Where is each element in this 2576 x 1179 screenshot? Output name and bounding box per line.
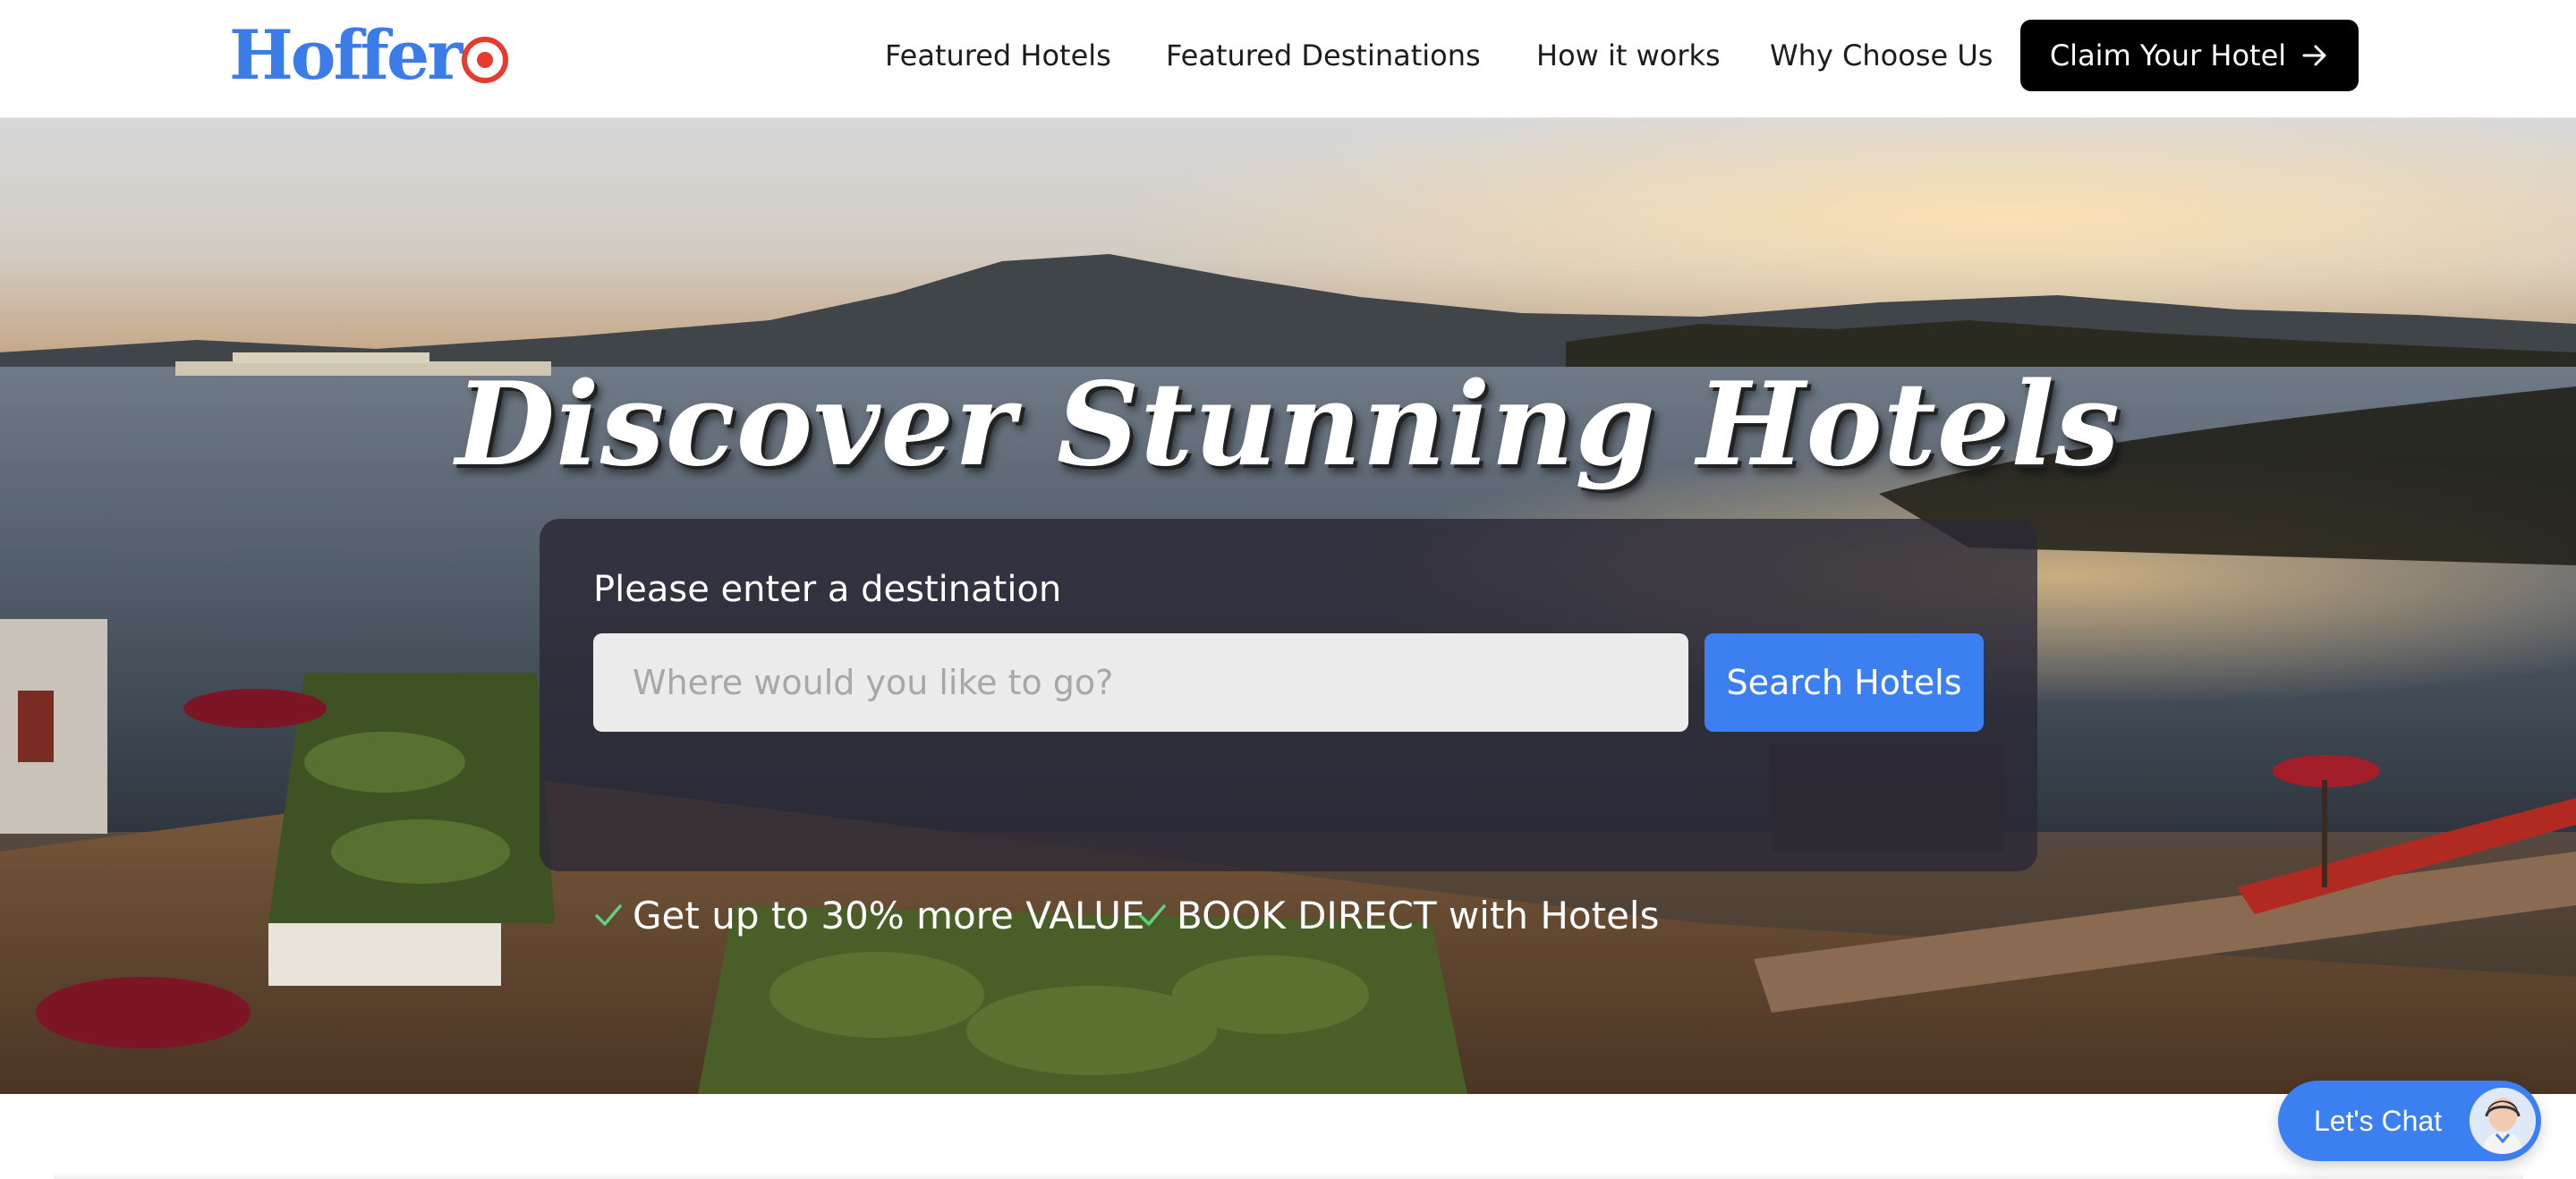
chat-label: Let's Chat xyxy=(2314,1105,2443,1137)
hero-title: Discover Stunning Hotels xyxy=(455,358,2121,492)
arrow-right-icon xyxy=(2302,45,2326,66)
nav-why-choose-us[interactable]: Why Choose Us xyxy=(1770,25,1993,86)
perk-text: Get up to 30% more VALUE xyxy=(633,893,1145,937)
support-agent-avatar xyxy=(2470,1088,2536,1154)
hero-section: Discover Stunning Hotels Please enter a … xyxy=(0,118,2576,1094)
destination-label: Please enter a destination xyxy=(593,569,1062,610)
logo-target-icon xyxy=(462,37,509,83)
nav-featured-hotels[interactable]: Featured Hotels xyxy=(885,25,1111,86)
destination-search-input[interactable] xyxy=(593,633,1688,732)
perk-book-direct: BOOK DIRECT with Hotels xyxy=(1137,889,1659,941)
perk-more-value: Get up to 30% more VALUE xyxy=(593,889,1145,941)
site-header: Hoffer Featured Hotels Featured Destinat… xyxy=(0,0,2576,118)
claim-your-hotel-button[interactable]: Claim Your Hotel xyxy=(2020,20,2359,91)
checkmark-icon xyxy=(595,904,622,926)
lets-chat-button[interactable]: Let's Chat xyxy=(2278,1081,2541,1161)
perk-text: BOOK DIRECT with Hotels xyxy=(1177,893,1660,937)
nav-featured-destinations[interactable]: Featured Destinations xyxy=(1166,25,1481,86)
logo-text: Hoffer xyxy=(229,14,463,95)
next-section-top xyxy=(0,1094,2576,1179)
claim-button-label: Claim Your Hotel xyxy=(2049,38,2287,72)
brand-logo[interactable]: Hoffer xyxy=(229,15,509,95)
search-hotels-button[interactable]: Search Hotels xyxy=(1705,633,1984,732)
search-panel: Please enter a destination Search Hotels… xyxy=(540,519,2037,937)
section-divider-shadow xyxy=(54,1172,2523,1179)
nav-how-it-works[interactable]: How it works xyxy=(1536,25,1721,86)
checkmark-icon xyxy=(1139,904,1166,926)
